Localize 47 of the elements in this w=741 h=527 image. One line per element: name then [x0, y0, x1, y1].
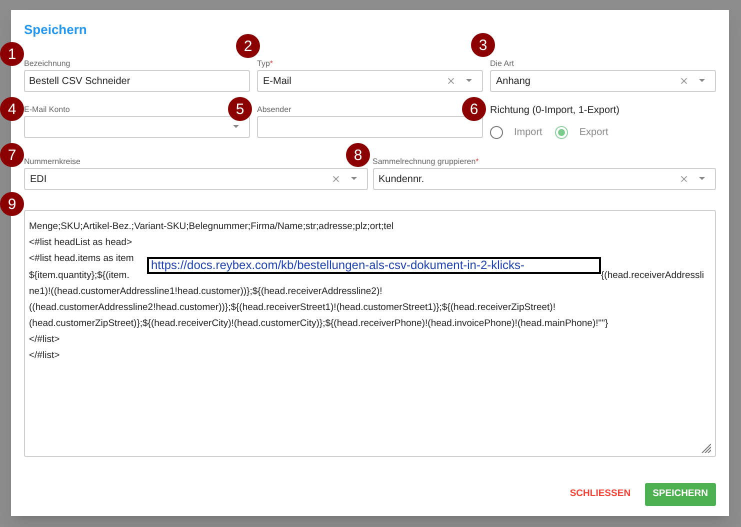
- code-line: Menge;SKU;Artikel-Bez.;Variant-SKU;Belegnummer;Firma/Name;str;adresse;plz;ort;tel: [29, 220, 394, 234]
- text-field[interactable]: Bestell CSV Schneider: [24, 70, 250, 92]
- group-label: Richtung (0-Import, 1-Export): [490, 104, 620, 118]
- caret-icon[interactable]: [350, 177, 356, 181]
- template-editor[interactable]: [24, 210, 716, 457]
- text-field[interactable]: [257, 116, 483, 138]
- select-field[interactable]: [24, 116, 250, 138]
- radio-button[interactable]: [490, 126, 503, 139]
- radio-label[interactable]: Export: [579, 125, 608, 140]
- select-field[interactable]: EDI: [24, 168, 368, 190]
- caret-icon[interactable]: [233, 125, 239, 129]
- close-button[interactable]: SCHLIESSEN: [568, 484, 633, 506]
- select-field[interactable]: Anhang: [490, 70, 716, 92]
- code-line: <#list headList as head>: [29, 236, 132, 250]
- code-line: </#list>: [29, 349, 60, 363]
- code-line: </#list>: [29, 333, 60, 347]
- clear-icon[interactable]: [679, 76, 689, 86]
- field-label: E-Mail Konto: [24, 106, 70, 114]
- code-line: <#list head.items as item: [29, 252, 135, 266]
- clear-icon[interactable]: [446, 76, 456, 86]
- select-field[interactable]: E-Mail: [257, 70, 483, 92]
- field-label: Die Art: [490, 60, 514, 68]
- field-label: Bezeichnung: [24, 60, 70, 68]
- code-line: {(head.receiverAddressli: [601, 269, 704, 283]
- step-marker: 9: [0, 192, 24, 216]
- step-marker: 7: [0, 143, 24, 167]
- resize-handle-icon[interactable]: [701, 443, 711, 453]
- field-label: Nummernkreise: [24, 158, 80, 166]
- code-line: ne1)!((head.customerAddressline1!head.customer))};${(head.receiverAddressline2)!: [29, 285, 382, 299]
- caret-icon[interactable]: [699, 79, 705, 83]
- field-label: Typ*: [257, 60, 274, 68]
- code-line: (head.customerZipStreet)};${(head.receiverCity)!(head.customerCity)};${(head.receiverPhone)!(head.invoicePhone)!(head.mainPhone)!""}: [29, 317, 608, 331]
- select-field[interactable]: Kundennr.: [372, 168, 716, 190]
- step-marker: 4: [0, 97, 24, 121]
- code-line: ${item.quantity};${(item.: [29, 269, 130, 283]
- clear-icon[interactable]: [330, 174, 340, 184]
- field-label: Sammelrechnung gruppieren*: [372, 158, 479, 166]
- caret-icon[interactable]: [466, 79, 472, 83]
- link-overlay[interactable]: https://docs.reybex.com/kb/bestellungen-als-csv-dokument-in-2-klicks-: [147, 257, 601, 274]
- clear-icon[interactable]: [679, 174, 689, 184]
- code-line: ((head.customerAddressline2!head.customer))};${(head.receiverStreet1)!(head.customerStreet1)};${(head.receiverZipStreet)!: [29, 301, 556, 315]
- radio-label[interactable]: Import: [514, 125, 542, 140]
- dialog-title: Speichern: [24, 22, 87, 38]
- field-label: Absender: [257, 106, 292, 114]
- caret-icon[interactable]: [699, 177, 705, 181]
- step-marker: 1: [0, 42, 24, 66]
- radio-button[interactable]: [555, 126, 568, 139]
